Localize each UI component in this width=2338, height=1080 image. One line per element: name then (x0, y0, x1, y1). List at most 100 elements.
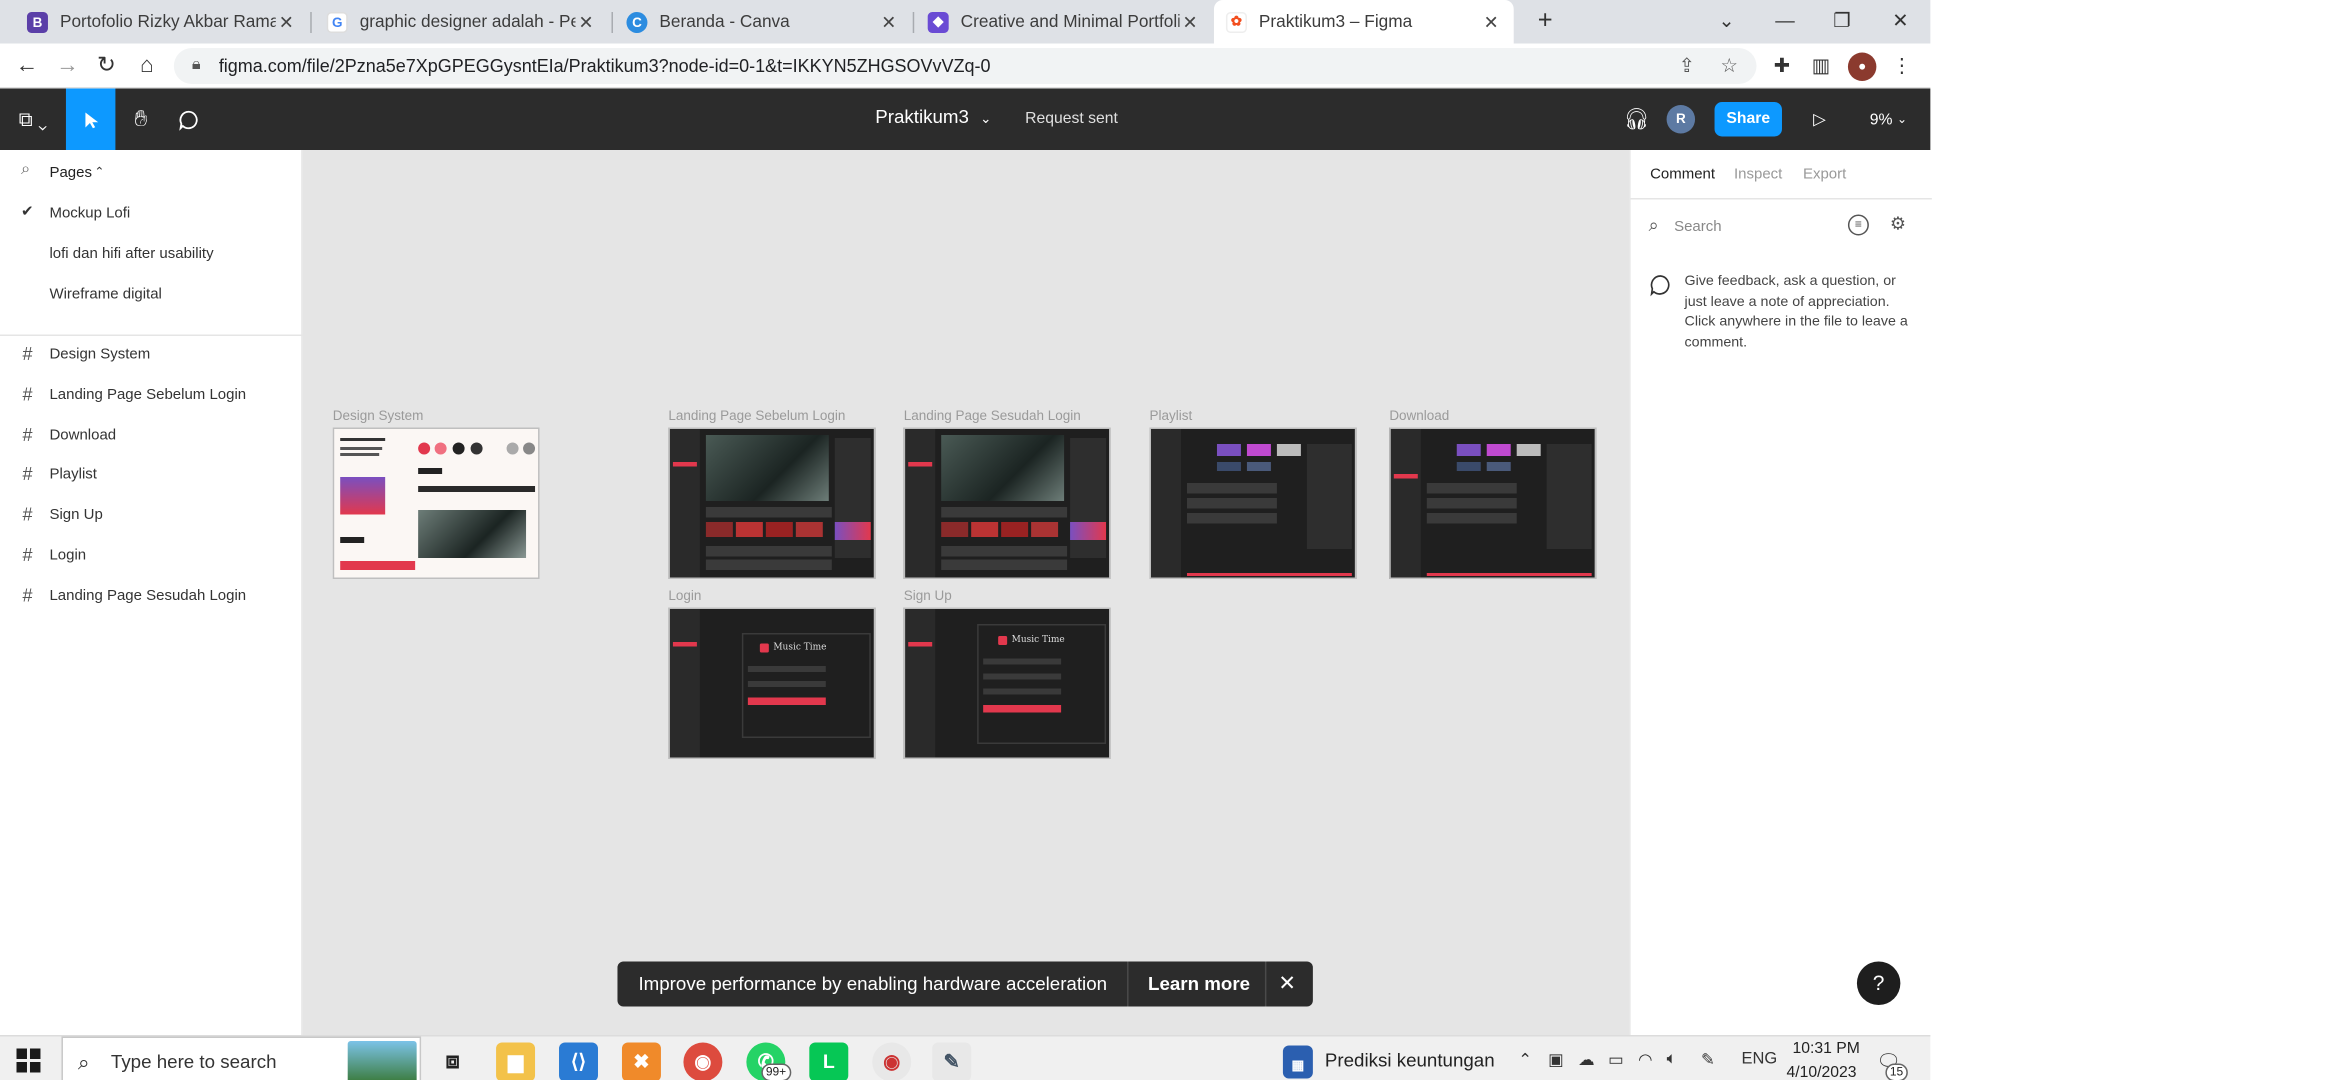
frame-label[interactable]: Landing Page Sebelum Login (668, 408, 845, 423)
frame-label[interactable]: Design System (333, 408, 424, 423)
extensions-puzzle-icon[interactable]: ✚ (1768, 53, 1795, 80)
page-item-wireframe[interactable]: Wireframe digital (0, 281, 303, 311)
pen-icon[interactable]: ✎ (1701, 1050, 1715, 1070)
comment-tool-icon[interactable] (168, 89, 210, 151)
xampp-icon[interactable]: ✖ (621, 1042, 661, 1080)
layer-item[interactable]: # Sign Up (0, 501, 303, 531)
profile-avatar[interactable]: ● (1847, 52, 1877, 81)
user-avatar[interactable]: R (1666, 105, 1696, 134)
forward-arrow-icon[interactable]: → (51, 50, 84, 83)
layer-item[interactable]: # Login (0, 542, 303, 572)
close-toast-icon[interactable]: ✕ (1278, 971, 1296, 997)
volume-icon[interactable]: 🔈︎ (1667, 1050, 1677, 1070)
side-panel-icon[interactable]: ▥ (1807, 53, 1834, 80)
onedrive-icon[interactable]: ☁ (1578, 1050, 1594, 1070)
line-icon[interactable]: L (809, 1042, 849, 1080)
close-tab-icon[interactable]: ✕ (1481, 11, 1502, 32)
browser-tab-portfolio[interactable]: B Portofolio Rizky Akbar Ramadhan ✕ (15, 0, 309, 44)
frame-download[interactable] (1389, 427, 1597, 579)
close-tab-icon[interactable]: ✕ (576, 11, 597, 32)
layer-item[interactable]: # Landing Page Sesudah Login (0, 582, 303, 612)
layer-item[interactable]: # Design System (0, 341, 303, 371)
close-tab-icon[interactable]: ✕ (276, 11, 297, 32)
reload-icon[interactable]: ↻ (90, 50, 123, 83)
close-tab-icon[interactable]: ✕ (878, 11, 899, 32)
design-canvas[interactable]: Design System Landing Page Sebelum Login (302, 150, 1630, 1035)
page-item-lofi-hifi[interactable]: lofi dan hifi after usability (0, 240, 303, 270)
browser-tab-figma[interactable]: ✿ Praktikum3 – Figma ✕ (1213, 0, 1514, 44)
minimize-button[interactable]: — (1756, 0, 1813, 44)
frame-design-system[interactable] (332, 427, 540, 579)
close-tab-icon[interactable]: ✕ (1179, 11, 1200, 32)
more-menu-icon[interactable]: ⋮ (1888, 53, 1915, 80)
layer-item[interactable]: # Landing Page Sebelum Login (0, 381, 303, 411)
restore-button[interactable]: ❐ (1813, 0, 1870, 44)
clock-time[interactable]: 10:31 PM (1792, 1040, 1859, 1058)
figma-main-menu-icon[interactable]: ⧉ ⌄ (9, 89, 57, 151)
frame-label[interactable]: Download (1389, 408, 1449, 423)
layer-item[interactable]: # Playlist (0, 461, 303, 491)
clock-date[interactable]: 4/10/2023 (1786, 1064, 1856, 1080)
widget-chart-icon[interactable]: ▦ (1282, 1045, 1313, 1079)
frame-label[interactable]: Playlist (1150, 408, 1193, 423)
url-text[interactable]: figma.com/file/2Pzna5e7XpGPEGGysntEIa/Pr… (219, 56, 991, 77)
file-title[interactable]: Praktikum3 ⌄ (875, 107, 991, 128)
tab-comment[interactable]: Comment (1650, 167, 1715, 184)
frame-sign-up[interactable]: Music Time (903, 607, 1111, 759)
address-bar[interactable]: 🔒︎ figma.com/file/2Pzna5e7XpGPEGGysntEIa… (173, 48, 1757, 84)
chrome-profile-icon[interactable]: ◉ (872, 1042, 912, 1080)
widget-label[interactable]: Prediksi keuntungan (1325, 1050, 1495, 1071)
tab-inspect[interactable]: Inspect (1734, 167, 1782, 184)
learn-more-button[interactable]: Learn more (1148, 974, 1250, 995)
pages-header[interactable]: ⌕ Pages ⌃ (0, 159, 303, 189)
settings-sliders-icon[interactable]: ⚙︎ (1890, 213, 1906, 234)
frame-landing-before-login[interactable] (668, 427, 876, 579)
search-icon[interactable]: ⌕ (21, 161, 30, 181)
share-button[interactable]: Share (1714, 102, 1782, 137)
page-item-mockup-lofi[interactable]: ✔ Mockup Lofi (0, 200, 303, 230)
comment-search-input[interactable]: Search (1674, 219, 1721, 236)
battery-icon[interactable]: ▭ (1608, 1050, 1624, 1070)
wifi-icon[interactable]: ◠ (1638, 1050, 1652, 1070)
new-tab-button[interactable]: + (1517, 0, 1574, 44)
search-icon: ⌕ (77, 1050, 90, 1074)
zoom-dropdown[interactable]: 9% ⌄ (1864, 89, 1912, 151)
headphones-icon[interactable]: 🎧︎ (1622, 89, 1652, 151)
share-page-icon[interactable]: ⇪ (1679, 54, 1695, 78)
frame-label[interactable]: Sign Up (904, 588, 952, 603)
bookmark-star-icon[interactable]: ☆ (1721, 54, 1738, 78)
taskbar-search-box[interactable]: ⌕ Type here to search (61, 1036, 422, 1080)
close-window-button[interactable]: ✕ (1872, 0, 1929, 44)
frame-login[interactable]: Music Time (668, 607, 876, 759)
tab-export[interactable]: Export (1803, 167, 1846, 184)
frame-label[interactable]: Login (668, 588, 701, 603)
move-tool-icon[interactable] (65, 88, 116, 150)
hand-tool-icon[interactable]: ✋︎ (120, 89, 162, 151)
windows-start-icon[interactable] (16, 1048, 41, 1080)
meet-now-icon[interactable]: ▣ (1548, 1050, 1564, 1070)
frame-playlist[interactable] (1149, 427, 1357, 579)
show-hidden-icons-icon[interactable]: ⌃ (1518, 1050, 1532, 1070)
chevron-up-icon[interactable]: ⌃ (94, 165, 104, 179)
browser-tab-canva[interactable]: C Beranda - Canva ✕ (614, 0, 911, 44)
figma-toolbar: ⧉ ⌄ ✋︎ Praktikum3 ⌄ Request sent 🎧︎ R Sh… (0, 88, 1931, 151)
properties-panel: Comment Inspect Export ⌕ Search ≡ ⚙︎ Giv… (1629, 150, 1932, 1035)
language-indicator[interactable]: ENG (1742, 1050, 1778, 1068)
paint-app-icon[interactable]: ✎ (932, 1042, 972, 1080)
home-icon[interactable]: ⌂ (130, 50, 163, 83)
tab-search-button[interactable]: ⌄ (1698, 0, 1755, 44)
file-explorer-icon[interactable]: ▆ (496, 1042, 536, 1080)
browser-tab-presentation[interactable]: ◆ Creative and Minimal Portfolio Present… (916, 0, 1213, 44)
chrome-icon[interactable]: ◉ (683, 1042, 723, 1080)
present-play-icon[interactable]: ▷ (1804, 89, 1834, 151)
back-arrow-icon[interactable]: ← (10, 50, 43, 83)
frame-label[interactable]: Landing Page Sesudah Login (904, 408, 1081, 423)
frame-landing-after-login[interactable] (903, 427, 1111, 579)
task-view-icon[interactable]: ⧈ (433, 1043, 472, 1080)
vscode-icon[interactable]: ⟨⟩ (559, 1042, 598, 1080)
browser-tab-google[interactable]: G graphic designer adalah - Penelusuran … (315, 0, 609, 44)
layer-item[interactable]: # Download (0, 422, 303, 452)
notification-count: 15 (1885, 1063, 1908, 1080)
filter-icon[interactable]: ≡ (1847, 214, 1869, 236)
help-button[interactable]: ? (1856, 961, 1901, 1005)
